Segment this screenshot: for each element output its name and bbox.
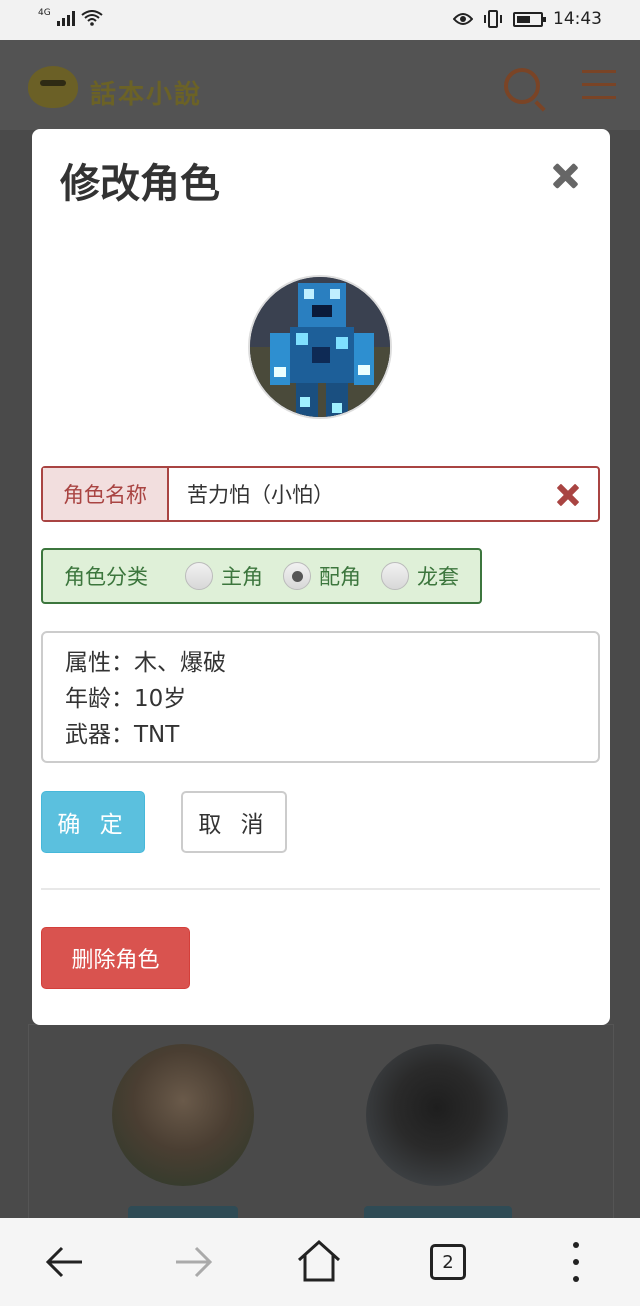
radio-label-extra: 龙套 [417, 565, 459, 589]
vibrate-icon [484, 10, 502, 28]
delete-character-button[interactable]: 删除角色 [41, 927, 190, 989]
clear-name-icon[interactable] [556, 482, 580, 508]
character-avatar[interactable] [366, 1044, 508, 1186]
site-header: 話本小說 [0, 40, 640, 130]
radio-label-supporting: 配角 [319, 565, 361, 589]
character-avatar[interactable] [248, 275, 392, 419]
more-icon[interactable] [566, 1242, 586, 1282]
character-category-label: 角色分类 [64, 565, 148, 589]
site-logo-text: 話本小說 [90, 80, 203, 110]
clock: 14:43 [553, 9, 602, 29]
avatar-image [250, 277, 390, 417]
character-category-group: 角色分类 主角 配角 龙套 [41, 548, 482, 604]
home-icon[interactable] [296, 1238, 342, 1284]
radio-option-lead[interactable]: 主角 [185, 561, 263, 591]
status-left: 4G [38, 8, 103, 26]
radio-option-extra[interactable]: 龙套 [381, 561, 459, 591]
signal-icon [56, 10, 75, 26]
back-arrow-icon[interactable] [44, 1242, 86, 1282]
radio-supporting[interactable] [283, 562, 311, 590]
menu-icon[interactable] [582, 70, 616, 109]
character-avatar[interactable] [112, 1044, 254, 1186]
character-name-label: 角色名称 [43, 468, 169, 520]
network-type: 4G [38, 8, 51, 18]
browser-bottom-nav: 2 [0, 1218, 640, 1306]
search-icon[interactable] [504, 68, 540, 104]
description-line: 武器：TNT [65, 722, 180, 748]
status-right: 14:43 [453, 9, 602, 29]
modal-title: 修改角色 [60, 161, 220, 207]
description-line: 年龄：10岁 [65, 686, 187, 712]
forward-arrow-icon[interactable] [172, 1242, 214, 1282]
tabs-icon[interactable]: 2 [430, 1244, 466, 1280]
edit-character-modal: 修改角色 角色名称 角色分类 [32, 129, 610, 1025]
character-name-input[interactable] [169, 468, 598, 520]
radio-label-lead: 主角 [221, 565, 263, 589]
character-description-textarea[interactable]: 属性：木、爆破 年龄：10岁 武器：TNT [41, 631, 600, 763]
eye-icon [453, 13, 473, 25]
confirm-button[interactable]: 确 定 [41, 791, 145, 853]
radio-extra[interactable] [381, 562, 409, 590]
cancel-button[interactable]: 取 消 [181, 791, 287, 853]
logo-icon [28, 66, 78, 108]
wifi-icon [81, 10, 103, 26]
battery-icon [513, 11, 546, 27]
radio-option-supporting[interactable]: 配角 [283, 561, 361, 591]
radio-lead[interactable] [185, 562, 213, 590]
description-line: 属性：木、爆破 [65, 650, 226, 676]
close-icon[interactable] [550, 161, 580, 191]
divider [41, 888, 600, 890]
status-bar: 4G 14:43 [0, 0, 640, 40]
character-name-group: 角色名称 [41, 466, 600, 522]
